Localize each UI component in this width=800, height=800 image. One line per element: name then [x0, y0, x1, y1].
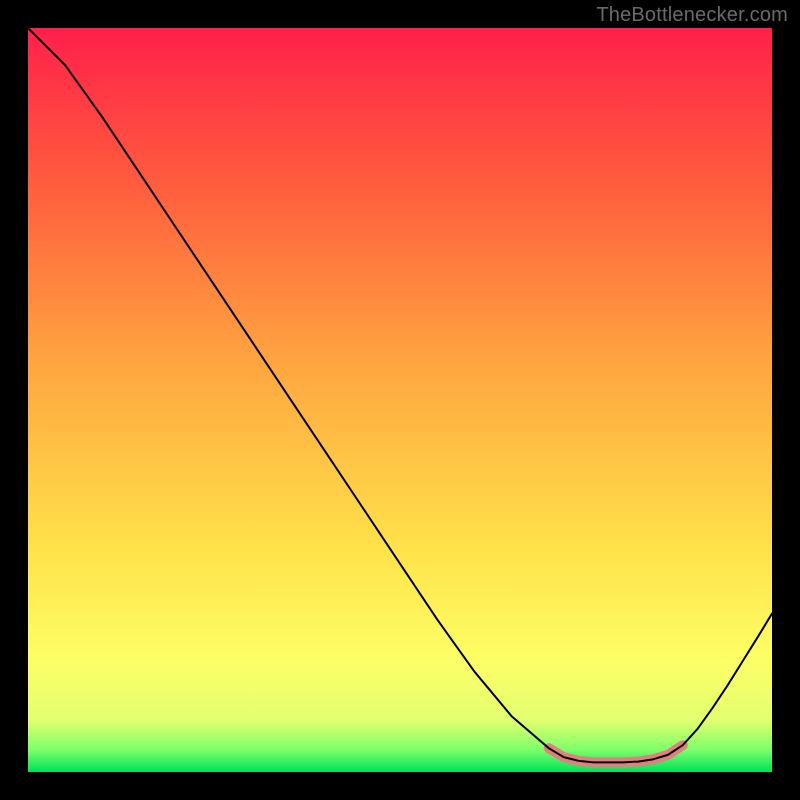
plot-area	[28, 28, 772, 772]
chart-frame: TheBottlenecker.com	[0, 0, 800, 800]
attribution-text: TheBottlenecker.com	[596, 4, 788, 27]
gradient-background	[28, 28, 772, 772]
chart-svg	[28, 28, 772, 772]
